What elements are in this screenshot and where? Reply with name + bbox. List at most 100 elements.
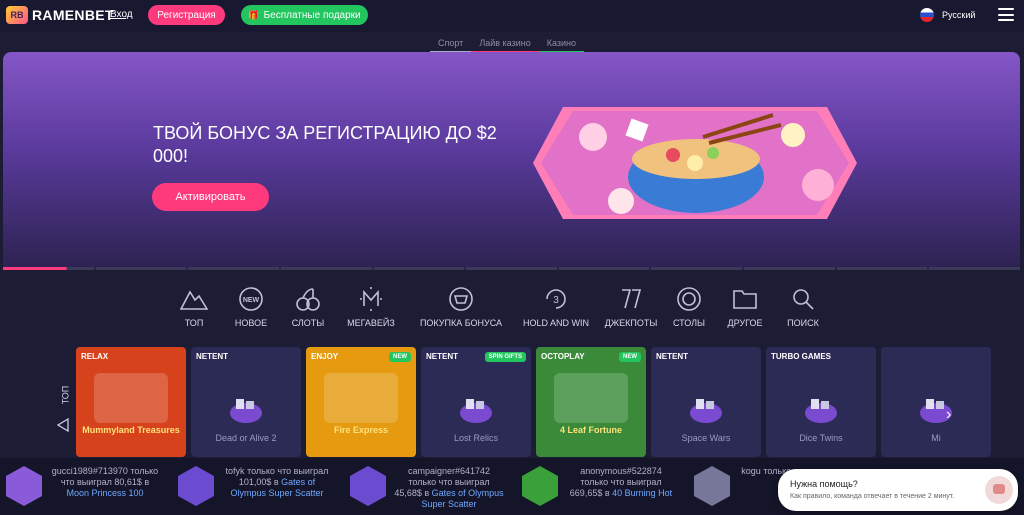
winner-game-thumbnail [694,466,730,506]
activate-button[interactable]: Активировать [152,183,269,211]
game-provider: OCTOPLAY [541,352,585,361]
free-gifts-button[interactable]: 🎁 Бесплатные подарки [241,5,368,25]
new-badge-icon: NEW [237,286,265,312]
game-title: Mummyland Treasures [82,425,180,435]
winner-text: tofyk только что выиграл 101,00$ в Gates… [222,466,332,499]
game-tile[interactable]: NETENT Dead or Alive 2 [191,347,301,457]
login-link[interactable]: Вход [110,9,133,20]
language-label: Русский [942,10,976,20]
category-tables[interactable]: СТОЛЫ [664,286,714,328]
winner-text: gucci1989#713970 только что выиграл 80,6… [50,466,160,499]
category-slots[interactable]: СЛОТЫ [282,286,334,328]
cherries-icon [294,286,322,312]
ramen-placeholder-icon [805,399,837,423]
progress-segment[interactable] [651,267,743,270]
category-other[interactable]: ДРУГОЕ [714,286,776,328]
help-title: Нужна помощь? [790,479,858,489]
progress-segment[interactable] [558,267,650,270]
category-label: HOLD AND WIN [522,318,589,328]
top-games-label: ТОП [60,385,71,405]
chat-icon[interactable] [985,476,1013,504]
category-new[interactable]: NEW НОВОЕ [220,286,282,328]
game-title: Space Wars [681,433,731,443]
game-tag-badge: NEW [389,352,411,362]
category-label: СЛОТЫ [291,318,325,328]
tab-live-casino[interactable]: Лайв казино [471,36,539,53]
progress-segment[interactable] [744,267,835,270]
winner-username: campaigner#641742 [407,466,491,476]
winner-game-thumbnail [350,466,386,506]
chip-icon [675,286,703,312]
winner-username: anonymous#522874 [580,466,662,476]
winner-game-link[interactable]: Gates of Olympus Super Scatter [421,488,503,509]
winner-text: campaigner#641742 только что выиграл 45,… [394,466,504,510]
mountain-icon [180,286,208,312]
category-top[interactable]: ТОП [168,286,220,328]
category-bonus-buy[interactable]: ПОКУПКА БОНУСА [408,286,514,328]
game-tile[interactable]: ENJOY NEW Fire Express [306,347,416,457]
svg-text:3: 3 [553,295,559,306]
game-tile[interactable]: TURBO GAMES Dice Twins [766,347,876,457]
game-tile[interactable]: Mi [881,347,991,457]
logo[interactable]: RB RAMENBET [6,6,114,24]
game-title: Dead or Alive 2 [215,433,277,443]
game-title: Fire Express [333,425,389,435]
category-jackpots[interactable]: ДЖЕКПОТЫ [598,286,664,328]
category-megaways[interactable]: МЕГАВЕЙЗ [334,286,408,328]
winner-username: gucci1989#713970 [51,466,128,476]
progress-segment[interactable] [466,267,557,270]
game-artwork [324,373,398,423]
ramen-placeholder-icon [460,399,492,423]
search-icon [789,286,817,312]
winner-item[interactable]: gucci1989#713970 только что выиграл 80,6… [6,466,160,506]
category-label: СТОЛЫ [672,318,706,328]
game-title: 4 Leaf Fortune [559,425,622,435]
progress-segment[interactable] [373,267,465,270]
megaways-icon [357,286,385,312]
winner-game-link[interactable]: 40 Burning Hot [612,488,672,498]
progress-segment[interactable] [280,267,372,270]
tab-casino[interactable]: Казино [538,36,584,53]
progress-segment[interactable] [929,267,1021,270]
help-widget[interactable]: Нужна помощь? Как правило, команда отвеч… [778,469,1018,511]
progress-segment[interactable] [95,267,187,270]
language-selector[interactable]: Русский [920,8,975,22]
section-tabs: Спорт Лайв казино Казино [430,36,584,53]
category-label: ПОИСК [787,318,819,328]
banner-progress [3,267,1021,270]
progress-segment[interactable] [188,267,279,270]
game-artwork [554,373,628,423]
winner-text: anonymous#522874 только что выиграл 669,… [566,466,676,499]
winner-item[interactable]: campaigner#641742 только что выиграл 45,… [350,466,504,510]
game-tile[interactable]: OCTOPLAY NEW 4 Leaf Fortune [536,347,646,457]
category-search[interactable]: ПОИСК [776,286,830,328]
game-tile[interactable]: NETENT SPIN GIFTS Lost Relics [421,347,531,457]
winner-item[interactable]: anonymous#522874 только что выиграл 669,… [522,466,676,506]
category-label: ПОКУПКА БОНУСА [419,318,503,328]
winner-game-thumbnail [6,466,42,506]
ramen-placeholder-icon [230,399,262,423]
winner-game-link[interactable]: Moon Princess 100 [66,488,143,498]
game-provider: TURBO GAMES [771,352,831,361]
winner-item[interactable]: tofyk только что выиграл 101,00$ в Gates… [178,466,332,506]
game-tile[interactable]: RELAX Mummyland Treasures [76,347,186,457]
jackpot-icon [617,286,645,312]
chevron-right-icon[interactable]: › [946,406,951,424]
games-carousel: RELAX Mummyland Treasures NETENT Dead or Al… [76,347,991,457]
game-provider: RELAX [81,352,109,361]
progress-segment[interactable] [836,267,928,270]
game-tile[interactable]: NETENT Space Wars [651,347,761,457]
category-hold-and-win[interactable]: 3 HOLD AND WIN [514,286,598,328]
winner-game-thumbnail [178,466,214,506]
category-label: МЕГАВЕЙЗ [347,318,395,328]
game-tag-badge: NEW [619,352,641,362]
game-artwork [94,373,168,423]
progress-segment-active[interactable] [3,267,94,270]
register-button[interactable]: Регистрация [148,5,225,25]
hamburger-menu-icon[interactable] [998,8,1014,21]
winner-username: tofyk [225,466,245,476]
game-provider: ENJOY [311,352,339,361]
scroll-left-icon[interactable] [57,418,69,432]
game-title: Dice Twins [799,433,843,443]
tab-sport[interactable]: Спорт [430,36,472,53]
